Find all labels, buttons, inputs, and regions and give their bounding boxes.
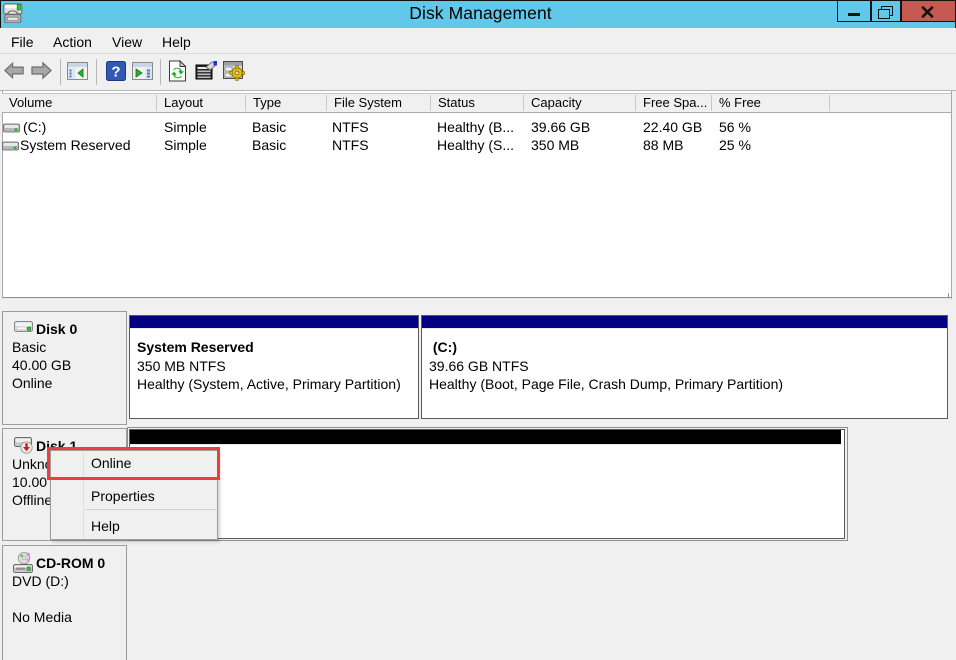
svg-text:?: ?	[111, 64, 120, 81]
